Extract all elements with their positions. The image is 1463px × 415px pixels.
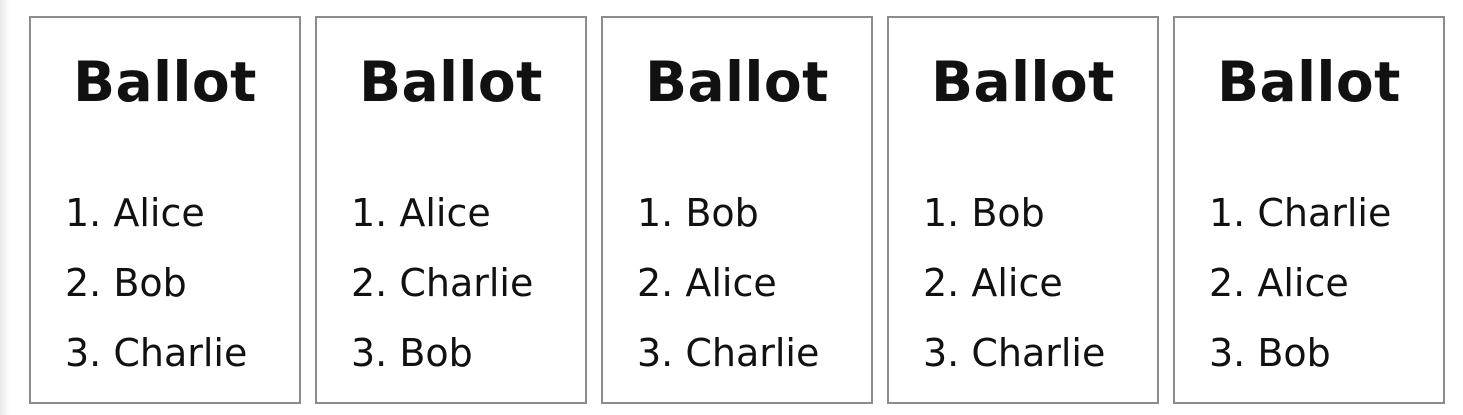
ranking-list: 1. Bob 2. Alice 3. Charlie bbox=[637, 178, 819, 388]
ranking-list: 1. Bob 2. Alice 3. Charlie bbox=[923, 178, 1105, 388]
rank-item: 3. Bob bbox=[351, 331, 473, 375]
ballot-card: Ballot 1. Charlie 2. Alice 3. Bob bbox=[1173, 16, 1445, 404]
ballot-row: Ballot 1. Alice 2. Bob 3. Charlie Ballot… bbox=[29, 16, 1445, 404]
ballot-card: Ballot 1. Alice 2. Bob 3. Charlie bbox=[29, 16, 301, 404]
rank-item: 2. Alice bbox=[637, 261, 777, 305]
rank-item: 1. Bob bbox=[923, 191, 1045, 235]
ranking-list: 1. Alice 2. Charlie 3. Bob bbox=[351, 178, 533, 388]
rank-item: 1. Alice bbox=[65, 191, 205, 235]
rank-item: 2. Alice bbox=[1209, 261, 1349, 305]
rank-item: 2. Charlie bbox=[351, 261, 534, 305]
ballot-title: Ballot bbox=[1217, 50, 1401, 114]
rank-item: 3. Charlie bbox=[923, 331, 1106, 375]
rank-item: 1. Alice bbox=[351, 191, 491, 235]
rank-item: 3. Charlie bbox=[65, 331, 248, 375]
rank-item: 1. Charlie bbox=[1209, 191, 1392, 235]
rank-item: 3. Bob bbox=[1209, 331, 1331, 375]
left-edge-shadow bbox=[0, 0, 10, 415]
ranking-list: 1. Charlie 2. Alice 3. Bob bbox=[1209, 178, 1391, 388]
rank-item: 3. Charlie bbox=[637, 331, 820, 375]
rank-item: 2. Alice bbox=[923, 261, 1063, 305]
ballot-card: Ballot 1. Bob 2. Alice 3. Charlie bbox=[887, 16, 1159, 404]
rank-item: 1. Bob bbox=[637, 191, 759, 235]
ballot-title: Ballot bbox=[645, 50, 829, 114]
ballot-title: Ballot bbox=[931, 50, 1115, 114]
rank-item: 2. Bob bbox=[65, 261, 187, 305]
ballot-title: Ballot bbox=[359, 50, 543, 114]
ballot-title: Ballot bbox=[73, 50, 257, 114]
ballot-card: Ballot 1. Alice 2. Charlie 3. Bob bbox=[315, 16, 587, 404]
ranking-list: 1. Alice 2. Bob 3. Charlie bbox=[65, 178, 247, 388]
ballot-card: Ballot 1. Bob 2. Alice 3. Charlie bbox=[601, 16, 873, 404]
